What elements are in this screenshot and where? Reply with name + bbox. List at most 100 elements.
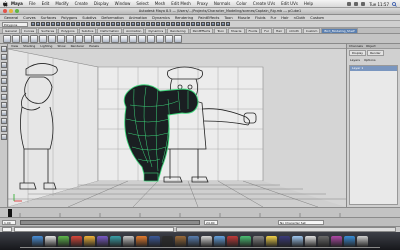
status-line-tool-icon[interactable] [226,22,230,26]
toolbox-tool-icon[interactable] [1,102,7,108]
maya-menu-item[interactable]: Deformation [101,16,123,20]
maya-menu-item[interactable]: General [4,16,18,20]
shelf-tool-icon[interactable] [138,34,146,43]
status-line-tool-icon[interactable] [56,22,60,26]
shelf-tab[interactable]: Rendering [167,28,189,33]
status-line-tool-icon[interactable] [106,22,110,26]
shelf-tab[interactable]: Hair [272,28,286,33]
status-line-tool-icon[interactable] [111,22,115,26]
maya-menu-item[interactable]: Fur [271,16,277,20]
status-line-tool-icon[interactable] [191,22,195,26]
status-line-tool-icon[interactable] [61,22,65,26]
viewport-3d[interactable] [8,49,346,207]
dock-app-icon[interactable] [32,235,43,247]
dock-app-icon[interactable] [149,235,160,247]
toolbox-tool-icon[interactable] [1,134,7,140]
shelf-tool-icon[interactable] [165,34,173,43]
menubar-item[interactable]: Normals [214,1,231,6]
shelf-tool-icon[interactable] [120,34,128,43]
channel-box-menu[interactable]: Object [366,44,376,48]
status-line-tool-icon[interactable] [51,22,55,26]
dock-app-icon[interactable] [201,235,212,247]
menubar-item[interactable]: Edit [42,1,50,6]
shelf-tool-icon[interactable] [48,34,56,43]
maya-menu-item[interactable]: Dynamics [152,16,170,20]
shelf-tab[interactable]: nCloth [286,28,302,33]
status-line-tool-icon[interactable] [66,22,70,26]
layer-tab[interactable]: Display [349,50,367,56]
dock-app-icon[interactable] [357,235,368,247]
status-line-tool-icon[interactable] [146,22,150,26]
dock-app-icon[interactable] [266,235,277,247]
toolbox-tool-icon[interactable] [1,78,7,84]
panel-menu-item[interactable]: Show [57,44,65,48]
status-line-tool-icon[interactable] [81,22,85,26]
shelf-tool-icon[interactable] [156,34,164,43]
toolbox-tool-icon[interactable] [1,94,7,100]
panel-menu-item[interactable]: Lighting [40,44,52,48]
status-line-tool-icon[interactable] [221,22,225,26]
dock-app-icon[interactable] [188,235,199,247]
status-line-tool-icon[interactable] [216,22,220,26]
time-slider[interactable] [0,207,400,218]
layer-menu[interactable]: Options [364,58,376,62]
toolbox-tool-icon[interactable] [1,86,7,92]
panel-menu-item[interactable]: View [11,44,18,48]
status-line-tool-icon[interactable] [206,22,210,26]
range-bar[interactable] [20,219,200,225]
shelf-tab[interactable]: Surfaces [38,28,58,33]
maya-menu-item[interactable]: Curves [23,16,35,20]
status-line-tool-icon[interactable] [166,22,170,26]
shelf-tool-icon[interactable] [102,34,110,43]
status-line-tool-icon[interactable] [86,22,90,26]
maya-menu-item[interactable]: Polygons [61,16,77,20]
dock-app-icon[interactable] [175,235,186,247]
shelf-tool-icon[interactable] [75,34,83,43]
menubar-item[interactable]: Mesh [155,1,166,6]
end-time-field[interactable]: 24.00 [204,219,218,225]
layer-row[interactable]: Layer 1 [350,66,397,71]
shelf-tab[interactable]: Animation [123,28,145,33]
status-line-tool-icon[interactable] [211,22,215,26]
shelf-tab[interactable]: PaintEffects [189,28,214,33]
menubar-item[interactable]: Select [136,1,148,6]
shelf-tool-icon[interactable] [21,34,29,43]
menubar-item[interactable]: Edit Mesh [171,1,191,6]
status-line-tool-icon[interactable] [201,22,205,26]
toolbox-tool-icon[interactable] [1,54,7,60]
spotlight-icon[interactable] [392,1,397,7]
shelf-tab[interactable]: Toon [214,28,228,33]
dock-app-icon[interactable] [97,235,108,247]
maya-menu-item[interactable]: Custom [310,16,324,20]
maya-menu-item[interactable]: PaintEffects [198,16,219,20]
zoom-window-icon[interactable] [15,9,19,13]
dock-app-icon[interactable] [136,235,147,247]
dock-app-icon[interactable] [84,235,95,247]
shelf-tool-icon[interactable] [66,34,74,43]
status-line-tool-icon[interactable] [71,22,75,26]
maya-menu-item[interactable]: Toon [224,16,232,20]
status-line-tool-icon[interactable] [161,22,165,26]
volume-icon[interactable] [354,2,359,6]
menubar-item[interactable]: File [29,1,36,6]
shelf-tab[interactable]: Custom [302,28,321,33]
toolbox-tool-icon[interactable] [1,126,7,132]
shelf-tool-icon[interactable] [30,34,38,43]
status-line-tool-icon[interactable] [41,22,45,26]
status-line-tool-icon[interactable] [196,22,200,26]
shelf-tool-icon[interactable] [84,34,92,43]
shelf-tool-icon[interactable] [129,34,137,43]
toolbox-tool-icon[interactable] [1,62,7,68]
dock-app-icon[interactable] [253,235,264,247]
dock-app-icon[interactable] [318,235,329,247]
status-line-tool-icon[interactable] [141,22,145,26]
character-set-field[interactable]: No Character Set [278,219,324,225]
dock-app-icon[interactable] [123,235,134,247]
menubar-item[interactable]: Create UVs [253,1,275,6]
toolbox-tool-icon[interactable] [1,118,7,124]
shelf-tab[interactable]: Bird_Modeling_Shelf [321,28,358,33]
menubar-item[interactable]: Edit UVs [281,1,298,6]
status-line-tool-icon[interactable] [31,22,35,26]
shelf-tab[interactable]: General [2,28,20,33]
maya-menu-item[interactable]: Muscle [238,16,250,20]
